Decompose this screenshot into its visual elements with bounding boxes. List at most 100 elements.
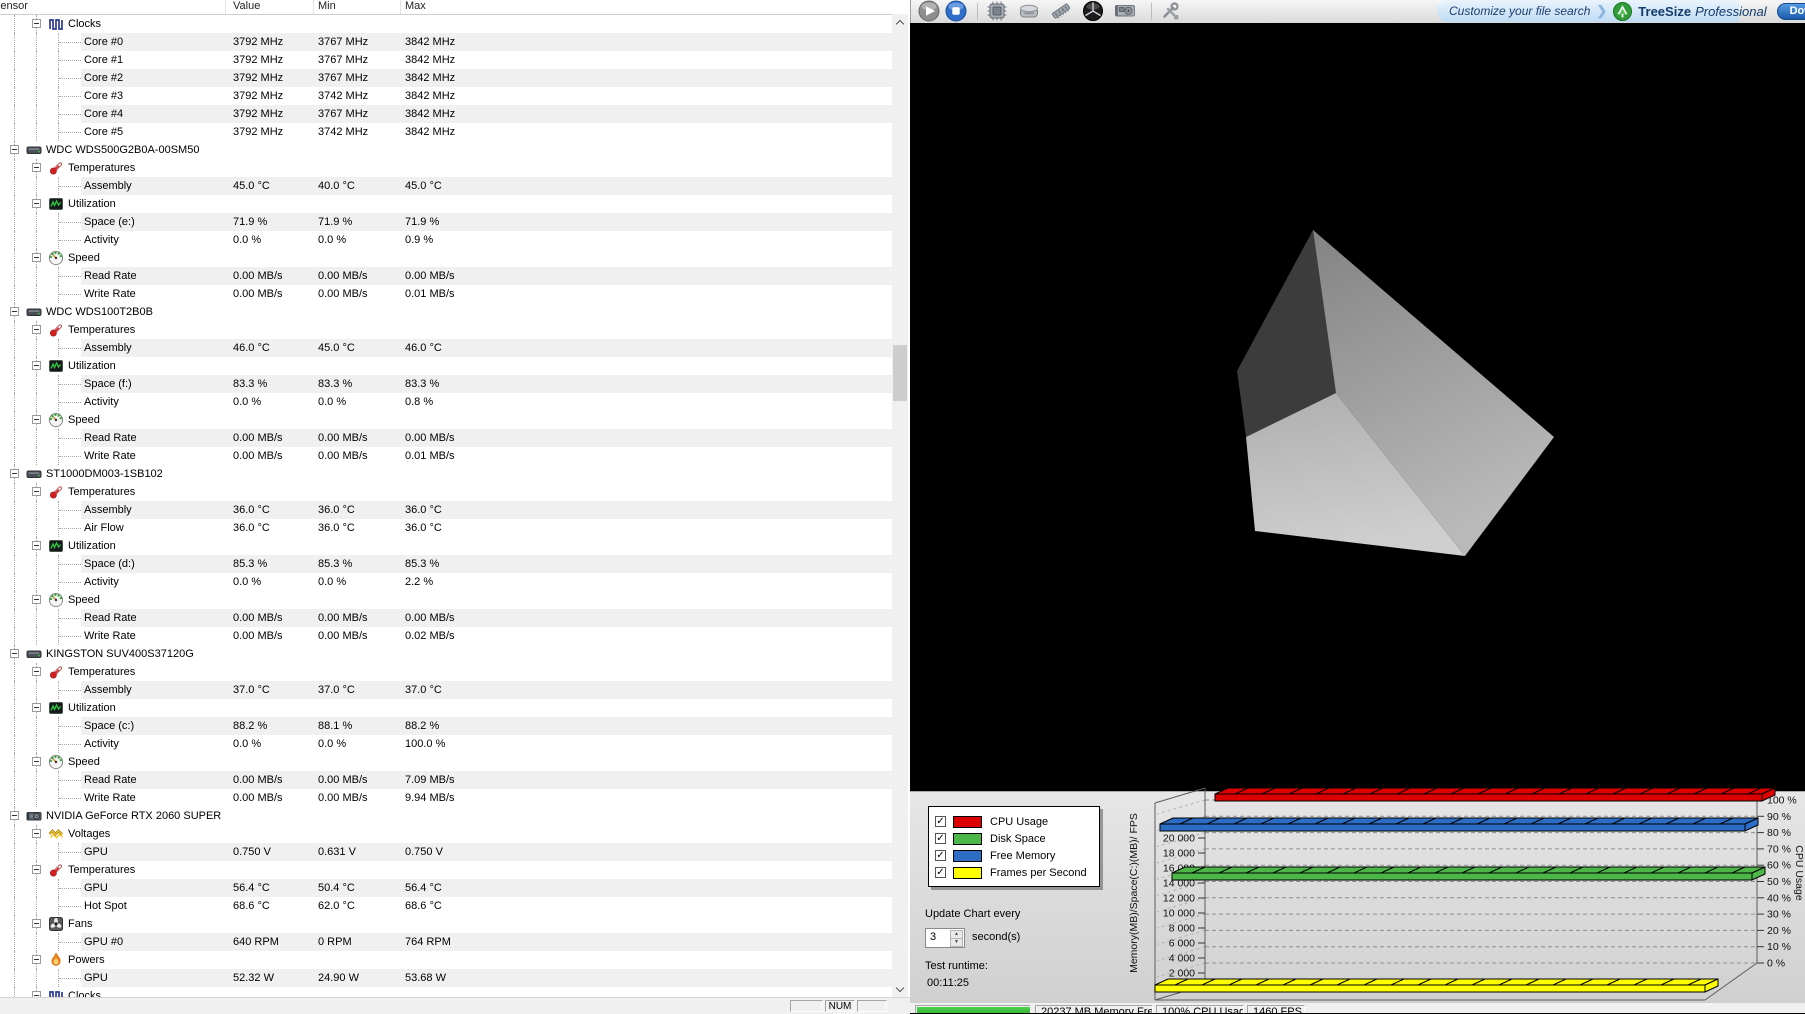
sensor-row[interactable]: Read Rate0.00 MB/s0.00 MB/s0.00 MB/s	[0, 267, 892, 285]
sensor-group-row[interactable]: Utilization	[0, 357, 892, 375]
collapse-toggle[interactable]	[32, 865, 41, 874]
download-button[interactable]: Download	[1777, 3, 1805, 20]
collapse-toggle[interactable]	[32, 199, 41, 208]
sensor-row[interactable]: Hot Spot68.6 °C62.0 °C68.6 °C	[0, 897, 892, 915]
sensor-row[interactable]: Activity0.0 %0.0 %0.8 %	[0, 393, 892, 411]
scrollbar-thumb[interactable]	[893, 345, 907, 401]
sensor-row[interactable]: Space (e:)71.9 %71.9 %71.9 %	[0, 213, 892, 231]
sensor-row[interactable]: Write Rate0.00 MB/s0.00 MB/s0.02 MB/s	[0, 627, 892, 645]
vertical-scrollbar[interactable]	[892, 14, 908, 997]
sensor-group-row[interactable]: Temperatures	[0, 861, 892, 879]
sensor-group-row[interactable]: Voltages	[0, 825, 892, 843]
sensor-row[interactable]: Core #43792 MHz3767 MHz3842 MHz	[0, 105, 892, 123]
sensor-row[interactable]: Core #03792 MHz3767 MHz3842 MHz	[0, 33, 892, 51]
sensor-group-row[interactable]: Temperatures	[0, 483, 892, 501]
collapse-toggle[interactable]	[32, 253, 41, 262]
sensor-row[interactable]: Write Rate0.00 MB/s0.00 MB/s9.94 MB/s	[0, 789, 892, 807]
sensor-group-row[interactable]: Utilization	[0, 537, 892, 555]
sensor-row[interactable]: Write Rate0.00 MB/s0.00 MB/s0.01 MB/s	[0, 447, 892, 465]
collapse-toggle[interactable]	[32, 415, 41, 424]
sensor-row[interactable]: Core #53792 MHz3742 MHz3842 MHz	[0, 123, 892, 141]
sensor-row[interactable]: Assembly46.0 °C45.0 °C46.0 °C	[0, 339, 892, 357]
sensor-row[interactable]: Space (f:)83.3 %83.3 %83.3 %	[0, 375, 892, 393]
collapse-toggle[interactable]	[32, 667, 41, 676]
options-button[interactable]	[1159, 0, 1182, 22]
sensor-row[interactable]: Read Rate0.00 MB/s0.00 MB/s0.00 MB/s	[0, 429, 892, 447]
sensor-row[interactable]: Activity0.0 %0.0 %0.9 %	[0, 231, 892, 249]
sensor-group-row[interactable]: Temperatures	[0, 321, 892, 339]
sensor-group-row[interactable]: Utilization	[0, 195, 892, 213]
cpu-test-button[interactable]	[986, 0, 1009, 22]
column-header-min[interactable]: Min	[318, 0, 336, 12]
sensor-group-row[interactable]: WDC WDS100T2B0B	[0, 303, 892, 321]
sensor-group-row[interactable]: Speed	[0, 753, 892, 771]
update-interval-spinner[interactable]: 3 ▲ ▼	[925, 928, 965, 948]
sensor-row[interactable]: Assembly36.0 °C36.0 °C36.0 °C	[0, 501, 892, 519]
sensor-group-row[interactable]: NVIDIA GeForce RTX 2060 SUPER	[0, 807, 892, 825]
sensor-row[interactable]: GPU56.4 °C50.4 °C56.4 °C	[0, 879, 892, 897]
collapse-toggle[interactable]	[32, 361, 41, 370]
update-interval-value[interactable]: 3	[930, 931, 936, 943]
sensor-row[interactable]: Activity0.0 %0.0 %2.2 %	[0, 573, 892, 591]
collapse-toggle[interactable]	[10, 649, 19, 658]
collapse-toggle[interactable]	[10, 811, 19, 820]
legend-checkbox[interactable]: ✓	[935, 850, 946, 861]
collapse-toggle[interactable]	[32, 757, 41, 766]
collapse-toggle[interactable]	[32, 19, 41, 28]
sensor-row[interactable]: Read Rate0.00 MB/s0.00 MB/s7.09 MB/s	[0, 771, 892, 789]
collapse-toggle[interactable]	[32, 163, 41, 172]
sensor-row[interactable]: Read Rate0.00 MB/s0.00 MB/s0.00 MB/s	[0, 609, 892, 627]
collapse-toggle[interactable]	[32, 325, 41, 334]
collapse-toggle[interactable]	[32, 919, 41, 928]
collapse-toggle[interactable]	[32, 703, 41, 712]
collapse-toggle[interactable]	[32, 955, 41, 964]
collapse-toggle[interactable]	[10, 307, 19, 316]
sensor-row[interactable]: Space (c:)88.2 %88.1 %88.2 %	[0, 717, 892, 735]
sensor-group-row[interactable]: Temperatures	[0, 159, 892, 177]
sensor-row[interactable]: Core #23792 MHz3767 MHz3842 MHz	[0, 69, 892, 87]
sensor-row[interactable]: Assembly45.0 °C40.0 °C45.0 °C	[0, 177, 892, 195]
sensor-row[interactable]: Assembly37.0 °C37.0 °C37.0 °C	[0, 681, 892, 699]
sensor-group-row[interactable]: KINGSTON SUV400S37120G	[0, 645, 892, 663]
sensor-group-row[interactable]: Clocks	[0, 15, 892, 33]
collapse-toggle[interactable]	[10, 145, 19, 154]
column-divider[interactable]	[400, 0, 401, 14]
collapse-toggle[interactable]	[32, 595, 41, 604]
column-header-sensor[interactable]: Sensor	[0, 0, 28, 12]
stop-test-button[interactable]	[945, 0, 968, 22]
sensor-group-row[interactable]: Speed	[0, 591, 892, 609]
gpu-test-button[interactable]	[1114, 0, 1137, 22]
column-divider[interactable]	[225, 0, 226, 14]
collapse-toggle[interactable]	[32, 541, 41, 550]
legend-checkbox[interactable]: ✓	[935, 833, 946, 844]
stress-test-button[interactable]	[1082, 0, 1105, 22]
column-header-value[interactable]: Value	[233, 0, 260, 12]
sensor-row[interactable]: Core #13792 MHz3767 MHz3842 MHz	[0, 51, 892, 69]
collapse-toggle[interactable]	[32, 829, 41, 838]
sensor-group-row[interactable]: Temperatures	[0, 663, 892, 681]
sensor-group-row[interactable]: Speed	[0, 249, 892, 267]
sensor-row[interactable]: Activity0.0 %0.0 %100.0 %	[0, 735, 892, 753]
sensor-group-row[interactable]: ST1000DM003-1SB102	[0, 465, 892, 483]
sensor-group-row[interactable]: Speed	[0, 411, 892, 429]
collapse-toggle[interactable]	[32, 487, 41, 496]
disk-test-button[interactable]	[1018, 0, 1041, 22]
sensor-group-row[interactable]: Powers	[0, 951, 892, 969]
sensor-row[interactable]: GPU52.32 W24.90 W53.68 W	[0, 969, 892, 987]
scroll-down-button[interactable]	[892, 981, 908, 997]
legend-checkbox[interactable]: ✓	[935, 867, 946, 878]
treesize-ad-banner[interactable]: Customize your file search ❯ TreeSizePro…	[1437, 0, 1739, 22]
scroll-up-button[interactable]	[892, 14, 908, 30]
sensor-row[interactable]: Space (d:)85.3 %85.3 %85.3 %	[0, 555, 892, 573]
column-header-max[interactable]: Max	[405, 0, 426, 12]
sensor-group-row[interactable]: WDC WDS500G2B0A-00SM50	[0, 141, 892, 159]
sensor-row[interactable]: Write Rate0.00 MB/s0.00 MB/s0.01 MB/s	[0, 285, 892, 303]
sensor-group-row[interactable]: Utilization	[0, 699, 892, 717]
sensor-group-row[interactable]: Fans	[0, 915, 892, 933]
sensor-row[interactable]: GPU0.750 V0.631 V0.750 V	[0, 843, 892, 861]
sensor-group-row[interactable]: Clocks	[0, 987, 892, 997]
sensor-row[interactable]: Air Flow36.0 °C36.0 °C36.0 °C	[0, 519, 892, 537]
collapse-toggle[interactable]	[32, 991, 41, 997]
legend-checkbox[interactable]: ✓	[935, 816, 946, 827]
sensor-row[interactable]: Core #33792 MHz3742 MHz3842 MHz	[0, 87, 892, 105]
